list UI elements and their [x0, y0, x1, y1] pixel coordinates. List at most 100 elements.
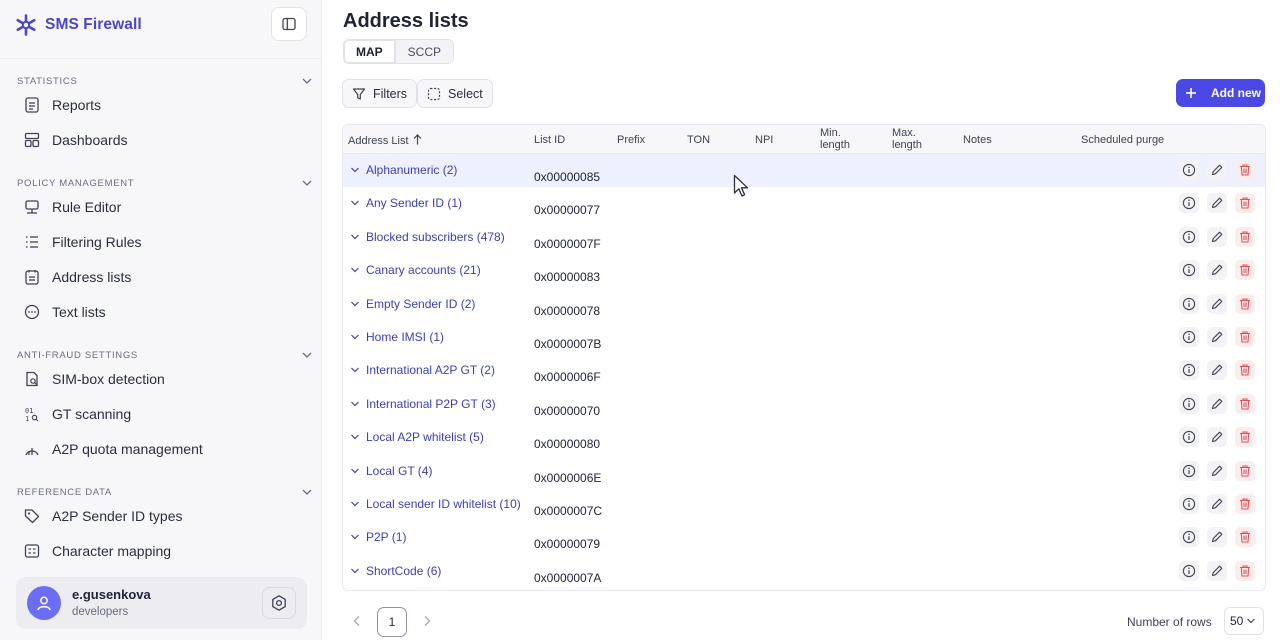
- info-icon[interactable]: [1179, 494, 1199, 514]
- column-header-notes[interactable]: Notes: [963, 134, 992, 146]
- delete-icon[interactable]: [1235, 226, 1255, 247]
- sidebar-item-a2p-sender-id-types[interactable]: A2P Sender ID types: [12, 500, 310, 532]
- edit-icon[interactable]: [1207, 226, 1227, 247]
- sidebar-item-text-lists[interactable]: Text lists: [12, 296, 310, 328]
- brand[interactable]: SMS Firewall: [14, 12, 142, 38]
- edit-icon[interactable]: [1207, 527, 1227, 548]
- address-list-name[interactable]: International A2P GT (2): [366, 363, 495, 377]
- edit-icon[interactable]: [1207, 293, 1227, 314]
- table-row[interactable]: Local GT (4) 0x0000006E: [343, 455, 1265, 488]
- info-icon[interactable]: [1179, 393, 1199, 414]
- sidebar-item-sim-box-detection[interactable]: SIM-box detection: [12, 363, 310, 395]
- address-list-name[interactable]: Local GT (4): [366, 464, 432, 478]
- table-row[interactable]: Blocked subscribers (478) 0x0000007F: [343, 221, 1265, 254]
- address-list-name[interactable]: Local A2P whitelist (5): [366, 430, 484, 444]
- address-list-name[interactable]: Blocked subscribers (478): [366, 230, 505, 244]
- edit-icon[interactable]: [1207, 160, 1227, 180]
- info-icon[interactable]: [1179, 427, 1199, 448]
- column-header-ton[interactable]: TON: [687, 134, 710, 146]
- chevron-down-icon[interactable]: [350, 397, 360, 407]
- delete-icon[interactable]: [1235, 160, 1255, 180]
- edit-icon[interactable]: [1207, 427, 1227, 448]
- sidebar-item-character-mapping[interactable]: Character mapping: [12, 535, 310, 567]
- delete-icon[interactable]: [1235, 260, 1255, 281]
- table-row[interactable]: Local A2P whitelist (5) 0x00000080: [343, 421, 1265, 454]
- column-header-address-list[interactable]: Address List: [348, 134, 422, 147]
- address-list-name[interactable]: Local sender ID whitelist (10): [366, 497, 521, 511]
- info-icon[interactable]: [1179, 260, 1199, 281]
- user-settings-button[interactable]: [262, 587, 296, 619]
- table-row[interactable]: Home IMSI (1) 0x0000007B: [343, 321, 1265, 354]
- info-icon[interactable]: [1179, 560, 1199, 581]
- delete-icon[interactable]: [1235, 560, 1255, 581]
- edit-icon[interactable]: [1207, 393, 1227, 414]
- delete-icon[interactable]: [1235, 393, 1255, 414]
- info-icon[interactable]: [1179, 327, 1199, 347]
- column-header-min-length[interactable]: Min. length: [820, 127, 850, 151]
- column-header-npi[interactable]: NPI: [755, 134, 773, 146]
- edit-icon[interactable]: [1207, 460, 1227, 481]
- add-new-button[interactable]: Add new: [1176, 79, 1265, 107]
- chevron-down-icon[interactable]: [350, 163, 360, 173]
- edit-icon[interactable]: [1207, 360, 1227, 381]
- delete-icon[interactable]: [1235, 193, 1255, 214]
- delete-icon[interactable]: [1235, 293, 1255, 314]
- chevron-down-icon[interactable]: [300, 485, 314, 499]
- column-header-max-length[interactable]: Max. length: [892, 127, 922, 151]
- info-icon[interactable]: [1179, 226, 1199, 247]
- address-list-name[interactable]: International P2P GT (3): [366, 397, 496, 411]
- address-list-name[interactable]: Home IMSI (1): [366, 330, 444, 344]
- chevron-right-icon[interactable]: [422, 615, 432, 627]
- sidebar-item-reports[interactable]: Reports: [12, 89, 310, 121]
- address-list-name[interactable]: Canary accounts (21): [366, 263, 481, 277]
- info-icon[interactable]: [1179, 193, 1199, 214]
- sidebar-item-gt-scanning[interactable]: 01 1 GT scanning: [12, 398, 310, 430]
- chevron-down-icon[interactable]: [350, 230, 360, 240]
- chevron-down-icon[interactable]: [350, 430, 360, 440]
- address-list-name[interactable]: Any Sender ID (1): [366, 196, 462, 210]
- delete-icon[interactable]: [1235, 527, 1255, 548]
- chevron-down-icon[interactable]: [300, 176, 314, 190]
- table-row[interactable]: Alphanumeric (2) 0x00000085: [343, 154, 1265, 187]
- address-list-name[interactable]: ShortCode (6): [366, 564, 441, 578]
- chevron-down-icon[interactable]: [350, 530, 360, 540]
- sidebar-item-dashboards[interactable]: Dashboards: [12, 124, 310, 156]
- edit-icon[interactable]: [1207, 560, 1227, 581]
- collapse-sidebar-button[interactable]: [271, 7, 307, 41]
- user-card[interactable]: e.gusenkova developers: [16, 577, 307, 629]
- table-row[interactable]: ShortCode (6) 0x0000007A: [343, 555, 1265, 588]
- chevron-down-icon[interactable]: [350, 297, 360, 307]
- chevron-down-icon[interactable]: [350, 196, 360, 206]
- address-list-name[interactable]: P2P (1): [366, 530, 406, 544]
- delete-icon[interactable]: [1235, 360, 1255, 381]
- info-icon[interactable]: [1179, 160, 1199, 180]
- info-icon[interactable]: [1179, 527, 1199, 548]
- table-row[interactable]: International A2P GT (2) 0x0000006F: [343, 354, 1265, 387]
- chevron-down-icon[interactable]: [350, 330, 360, 340]
- delete-icon[interactable]: [1235, 460, 1255, 481]
- page-number-button[interactable]: 1: [377, 607, 407, 637]
- table-row[interactable]: Any Sender ID (1) 0x00000077: [343, 187, 1265, 220]
- edit-icon[interactable]: [1207, 193, 1227, 214]
- chevron-down-icon[interactable]: [350, 363, 360, 373]
- address-list-name[interactable]: Empty Sender ID (2): [366, 297, 475, 311]
- select-button[interactable]: Select: [417, 79, 493, 108]
- delete-icon[interactable]: [1235, 427, 1255, 448]
- column-header-scheduled-purge[interactable]: Scheduled purge: [1081, 134, 1164, 146]
- column-header-prefix[interactable]: Prefix: [617, 134, 645, 146]
- column-header-list-id[interactable]: List ID: [534, 134, 565, 146]
- tab-sccp[interactable]: SCCP: [395, 40, 454, 63]
- chevron-down-icon[interactable]: [350, 263, 360, 273]
- table-row[interactable]: Empty Sender ID (2) 0x00000078: [343, 288, 1265, 321]
- info-icon[interactable]: [1179, 293, 1199, 314]
- delete-icon[interactable]: [1235, 494, 1255, 514]
- table-row[interactable]: Local sender ID whitelist (10) 0x0000007C: [343, 488, 1265, 521]
- chevron-down-icon[interactable]: [300, 348, 314, 362]
- info-icon[interactable]: [1179, 360, 1199, 381]
- edit-icon[interactable]: [1207, 494, 1227, 514]
- sidebar-item-filtering-rules[interactable]: Filtering Rules: [12, 226, 310, 258]
- edit-icon[interactable]: [1207, 260, 1227, 281]
- table-row[interactable]: International P2P GT (3) 0x00000070: [343, 388, 1265, 421]
- info-icon[interactable]: [1179, 460, 1199, 481]
- chevron-down-icon[interactable]: [350, 497, 360, 507]
